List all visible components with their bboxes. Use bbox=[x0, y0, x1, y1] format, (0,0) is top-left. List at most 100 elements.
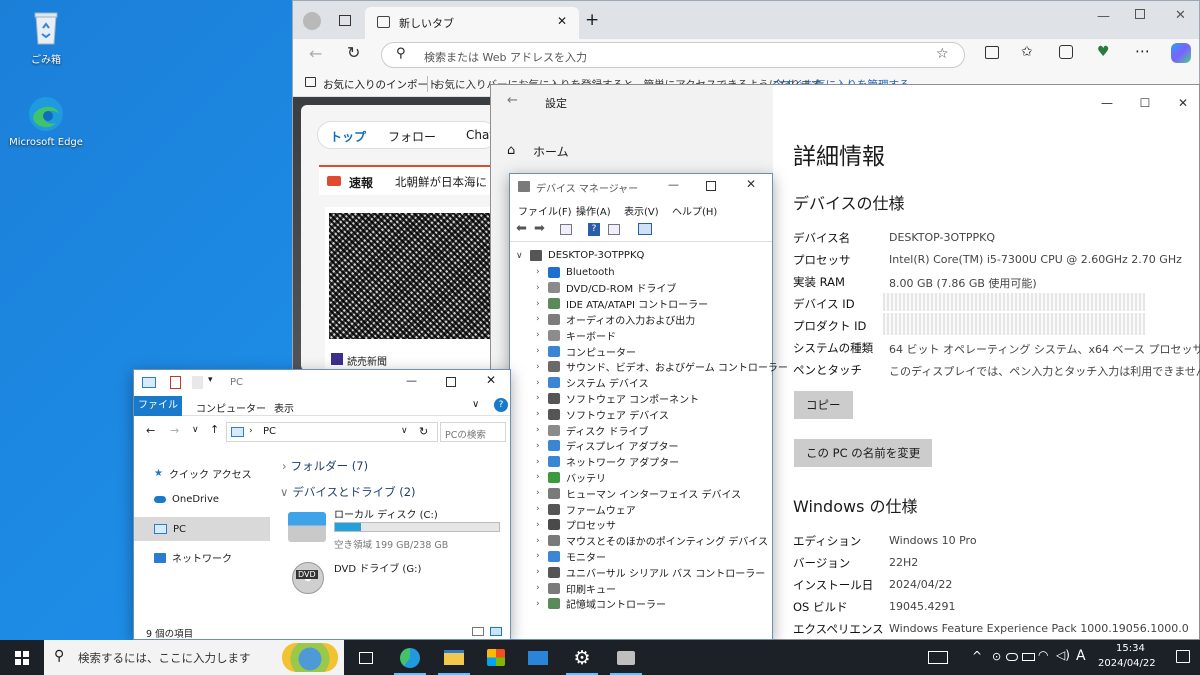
maximize-icon[interactable] bbox=[1135, 9, 1145, 19]
dvd-drive-item[interactable]: DVD DVD ドライブ (G:) bbox=[286, 556, 506, 596]
rename-pc-button[interactable]: この PC の名前を変更 bbox=[794, 439, 933, 467]
dm-device-category[interactable]: › ユニバーサル シリアル バス コントローラー bbox=[536, 564, 765, 580]
dm-device-category[interactable]: › キーボード bbox=[536, 327, 616, 343]
address-refresh-icon[interactable]: ↻ bbox=[419, 425, 428, 438]
dm-device-category[interactable]: › ソフトウェア コンポーネント bbox=[536, 390, 699, 406]
expand-chevron-icon[interactable]: › bbox=[536, 567, 548, 577]
close-window-icon[interactable]: ✕ bbox=[1175, 8, 1186, 23]
ribbon-tab-computer[interactable]: コンピューター bbox=[196, 400, 266, 415]
explorer-maximize-icon[interactable] bbox=[446, 377, 456, 387]
settings-home-link[interactable]: ホーム bbox=[533, 143, 569, 160]
expand-chevron-icon[interactable]: › bbox=[536, 314, 548, 324]
nav-onedrive[interactable]: OneDrive bbox=[154, 494, 219, 505]
browser-essentials-icon[interactable]: ♥ bbox=[1097, 44, 1110, 60]
taskbar-file-explorer[interactable] bbox=[434, 640, 474, 675]
volume-icon[interactable]: ◁) bbox=[1056, 648, 1070, 662]
collapse-chevron-icon[interactable]: ∨ bbox=[516, 251, 530, 261]
expand-chevron-icon[interactable]: › bbox=[536, 583, 548, 593]
touch-keyboard-icon[interactable] bbox=[928, 651, 948, 664]
expand-chevron-icon[interactable]: › bbox=[536, 441, 548, 451]
address-dropdown-icon[interactable]: ∨ bbox=[401, 426, 408, 436]
dm-device-category[interactable]: › バッテリ bbox=[536, 469, 606, 485]
expand-chevron-icon[interactable]: › bbox=[536, 425, 548, 435]
dm-menu-file[interactable]: ファイル(F) bbox=[518, 203, 572, 218]
dm-device-category[interactable]: › 印刷キュー bbox=[536, 580, 616, 596]
tab-actions-icon[interactable] bbox=[339, 15, 351, 26]
dm-help-icon[interactable]: ? bbox=[588, 223, 600, 236]
dm-close-icon[interactable]: ✕ bbox=[746, 177, 756, 191]
start-button[interactable] bbox=[0, 640, 44, 675]
expand-chevron-icon[interactable]: › bbox=[536, 362, 548, 372]
dm-maximize-icon[interactable] bbox=[706, 181, 716, 191]
explorer-minimize-icon[interactable]: — bbox=[406, 374, 417, 387]
expand-chevron-icon[interactable]: › bbox=[536, 551, 548, 561]
taskbar-store[interactable] bbox=[476, 640, 516, 675]
expand-chevron-icon[interactable]: › bbox=[536, 504, 548, 514]
notification-center-icon[interactable] bbox=[1176, 650, 1190, 663]
new-tab-plus-icon[interactable]: + bbox=[585, 10, 599, 30]
expand-chevron-icon[interactable]: › bbox=[536, 267, 548, 277]
omnibox[interactable]: ⚲ 検索または Web アドレスを入力 ☆ bbox=[381, 42, 965, 68]
favorites-icon[interactable]: ✩ bbox=[1021, 44, 1033, 60]
dm-device-category[interactable]: › プロセッサ bbox=[536, 517, 616, 533]
dm-forward-icon[interactable]: ➡ bbox=[534, 221, 545, 236]
dm-menu-help[interactable]: ヘルプ(H) bbox=[672, 203, 717, 218]
ribbon-expand-icon[interactable]: ∨ bbox=[472, 399, 479, 410]
refresh-icon[interactable]: ↻ bbox=[347, 43, 360, 62]
tab-new-tab[interactable]: 新しいタブ ✕ bbox=[365, 7, 579, 39]
expand-chevron-icon[interactable]: › bbox=[536, 378, 548, 388]
nav-up-icon[interactable]: ↑ bbox=[210, 423, 219, 436]
expand-chevron-icon[interactable]: › bbox=[536, 346, 548, 356]
dm-device-category[interactable]: › モニター bbox=[536, 548, 606, 564]
favorite-star-icon[interactable]: ☆ bbox=[936, 46, 949, 62]
dm-device-category[interactable]: › ファームウェア bbox=[536, 501, 636, 517]
devices-group-header[interactable]: ∨ デバイスとドライブ (2) bbox=[280, 484, 416, 500]
qat-newfolder-icon[interactable] bbox=[192, 376, 203, 389]
search-highlight-icon[interactable] bbox=[282, 643, 338, 672]
expand-chevron-icon[interactable]: › bbox=[536, 488, 548, 498]
dm-device-category[interactable]: › Bluetooth bbox=[536, 264, 615, 280]
more-icon[interactable]: ⋯ bbox=[1135, 42, 1150, 60]
nav-forward-icon[interactable]: → bbox=[170, 424, 179, 437]
dm-device-category[interactable]: › コンピューター bbox=[536, 343, 636, 359]
expand-chevron-icon[interactable]: › bbox=[536, 520, 548, 530]
copy-button[interactable]: コピー bbox=[794, 391, 853, 419]
explorer-search-box[interactable]: PCの検索 bbox=[440, 422, 506, 442]
dm-device-category[interactable]: › ソフトウェア デバイス bbox=[536, 406, 669, 422]
feed-tab-top[interactable]: トップ bbox=[330, 128, 366, 145]
dm-device-category[interactable]: › オーディオの入力および出力 bbox=[536, 311, 695, 327]
dm-menu-view[interactable]: 表示(V) bbox=[624, 203, 659, 218]
dm-minimize-icon[interactable]: — bbox=[668, 178, 679, 191]
expand-chevron-icon[interactable]: › bbox=[536, 599, 548, 609]
taskbar-mail[interactable] bbox=[518, 640, 558, 675]
clock-date[interactable]: 2024/04/22 bbox=[1098, 658, 1156, 669]
dm-scan-icon[interactable] bbox=[638, 223, 652, 235]
nav-network[interactable]: ネットワーク bbox=[154, 550, 232, 565]
close-tab-icon[interactable]: ✕ bbox=[557, 14, 567, 28]
minimize-icon[interactable]: — bbox=[1097, 9, 1110, 24]
details-view-icon[interactable] bbox=[472, 627, 484, 636]
onedrive-cloud-icon[interactable] bbox=[1006, 653, 1018, 661]
ribbon-tab-view[interactable]: 表示 bbox=[274, 400, 294, 415]
taskbar-device-manager[interactable] bbox=[606, 640, 646, 675]
dm-root-node[interactable]: ∨ DESKTOP-3OTPPKQ bbox=[516, 250, 644, 261]
dm-device-category[interactable]: › 記憶域コントローラー bbox=[536, 596, 666, 612]
news-card[interactable]: 読売新聞 bbox=[325, 207, 495, 371]
expand-chevron-icon[interactable]: › bbox=[536, 536, 548, 546]
split-screen-icon[interactable] bbox=[985, 46, 999, 59]
dm-device-category[interactable]: › マウスとそのほかのポインティング デバイス bbox=[536, 533, 768, 549]
show-hidden-icons-chevron[interactable]: ^ bbox=[972, 649, 982, 663]
expand-chevron-icon[interactable]: › bbox=[536, 457, 548, 467]
clock-time[interactable]: 15:34 bbox=[1116, 643, 1145, 654]
battery-icon[interactable] bbox=[1022, 653, 1035, 661]
edge-desktop-icon[interactable]: Microsoft Edge bbox=[4, 94, 88, 148]
collections-icon[interactable] bbox=[1059, 45, 1073, 59]
copilot-icon[interactable] bbox=[1171, 43, 1191, 63]
nav-recent-icon[interactable]: ∨ bbox=[192, 425, 199, 435]
local-disk-item[interactable]: ローカル ディスク (C:) 空き領域 199 GB/238 GB bbox=[286, 506, 506, 551]
explorer-close-icon[interactable]: ✕ bbox=[486, 373, 496, 387]
taskbar-settings[interactable]: ⚙ bbox=[562, 640, 602, 675]
feed-tab-follow[interactable]: フォロー bbox=[388, 128, 436, 145]
nav-quick-access[interactable]: ★ クイック アクセス bbox=[154, 466, 252, 481]
dm-device-category[interactable]: › システム デバイス bbox=[536, 375, 649, 391]
